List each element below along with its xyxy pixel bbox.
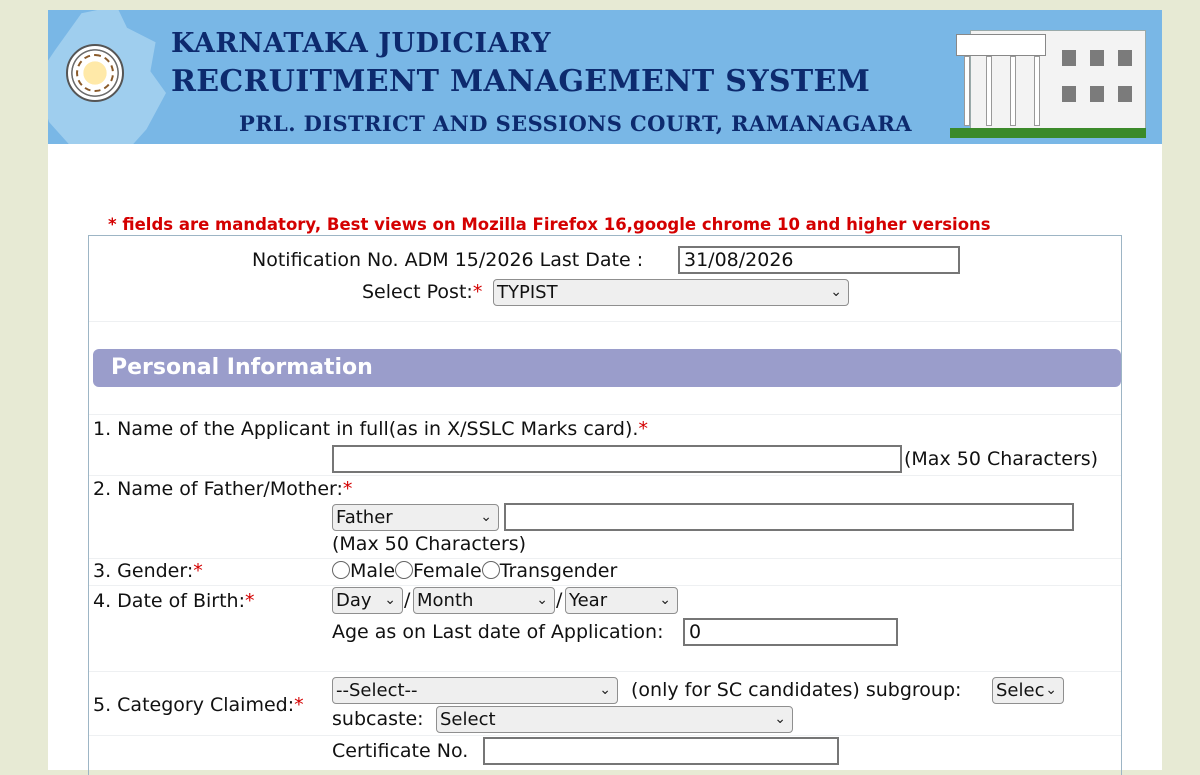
parent-relation-dropdown[interactable]: Father ⌄ <box>332 504 499 531</box>
header-banner: KARNATAKA JUDICIARY RECRUITMENT MANAGEME… <box>48 10 1162 144</box>
parent-name-input[interactable] <box>504 503 1074 531</box>
banner-title-line3: PRL. DISTRICT AND SESSIONS COURT, RAMANA… <box>239 111 912 136</box>
court-building-image <box>950 20 1146 138</box>
dob-month-dropdown[interactable]: Month ⌄ <box>413 587 555 614</box>
banner-title-line1: KARNATAKA JUDICIARY <box>171 28 552 59</box>
dob-day-dropdown[interactable]: Day ⌄ <box>332 587 403 614</box>
category-label: 5. Category Claimed:* <box>93 694 304 716</box>
age-field[interactable]: 0 <box>683 618 898 646</box>
gender-female-radio[interactable] <box>395 561 414 579</box>
last-date-field[interactable]: 31/08/2026 <box>678 246 960 274</box>
row-divider <box>89 735 1121 736</box>
chevron-down-icon: ⌄ <box>1045 682 1057 698</box>
chevron-down-icon: ⌄ <box>774 711 786 727</box>
dob-separator: / <box>556 589 563 611</box>
gender-transgender-radio[interactable] <box>481 561 500 579</box>
page: KARNATAKA JUDICIARY RECRUITMENT MANAGEME… <box>48 10 1162 775</box>
sc-subgroup-label: (only for SC candidates) subgroup: <box>631 679 962 701</box>
parent-name-label: 2. Name of Father/Mother:* <box>93 478 353 500</box>
gender-male-label: Male <box>350 560 396 582</box>
gender-transgender-label: Transgender <box>499 560 618 582</box>
certificate-label: Certificate No. <box>332 740 469 762</box>
subcaste-label: subcaste: <box>332 708 424 730</box>
chevron-down-icon: ⌄ <box>830 284 842 300</box>
gender-radio-group: Male Female Transgender <box>332 560 617 582</box>
dob-separator: / <box>404 589 411 611</box>
row-divider <box>89 475 1121 476</box>
chevron-down-icon: ⌄ <box>536 592 548 608</box>
row-divider <box>89 558 1121 559</box>
seal-ring <box>76 54 114 92</box>
dob-label: 4. Date of Birth:* <box>93 590 255 612</box>
chevron-down-icon: ⌄ <box>599 682 611 698</box>
row-divider <box>89 585 1121 586</box>
age-label: Age as on Last date of Application: <box>332 621 664 643</box>
row-divider <box>89 671 1121 672</box>
personal-information-header: Personal Information <box>93 349 1121 387</box>
category-dropdown[interactable]: --Select-- ⌄ <box>332 677 618 704</box>
select-post-dropdown[interactable]: TYPIST ⌄ <box>493 279 849 306</box>
banner-title-line2: RECRUITMENT MANAGEMENT SYSTEM <box>171 64 871 99</box>
application-form: Notification No. ADM 15/2026 Last Date :… <box>88 235 1122 775</box>
gender-female-label: Female <box>413 560 482 582</box>
gender-label: 3. Gender:* <box>93 560 203 582</box>
mandatory-fields-notice: * fields are mandatory, Best views on Mo… <box>108 215 991 234</box>
chevron-down-icon: ⌄ <box>480 509 492 525</box>
certificate-number-input[interactable] <box>483 737 839 765</box>
applicant-name-label: 1. Name of the Applicant in full(as in X… <box>93 418 648 440</box>
notification-label: Notification No. ADM 15/2026 Last Date : <box>252 249 644 271</box>
subgroup-dropdown[interactable]: Selec ⌄ <box>992 677 1064 704</box>
select-post-label: Select Post:* <box>362 281 483 303</box>
subcaste-dropdown[interactable]: Select ⌄ <box>436 706 793 733</box>
row-divider <box>89 321 1121 322</box>
dob-year-dropdown[interactable]: Year ⌄ <box>565 587 678 614</box>
applicant-name-hint: (Max 50 Characters) <box>904 448 1099 470</box>
chevron-down-icon: ⌄ <box>659 592 671 608</box>
chevron-down-icon: ⌄ <box>384 592 396 608</box>
gender-male-radio[interactable] <box>332 561 350 579</box>
row-divider <box>89 414 1121 415</box>
applicant-name-input[interactable] <box>332 445 902 473</box>
required-mark: * <box>472 281 483 303</box>
parent-name-hint: (Max 50 Characters) <box>332 533 527 555</box>
